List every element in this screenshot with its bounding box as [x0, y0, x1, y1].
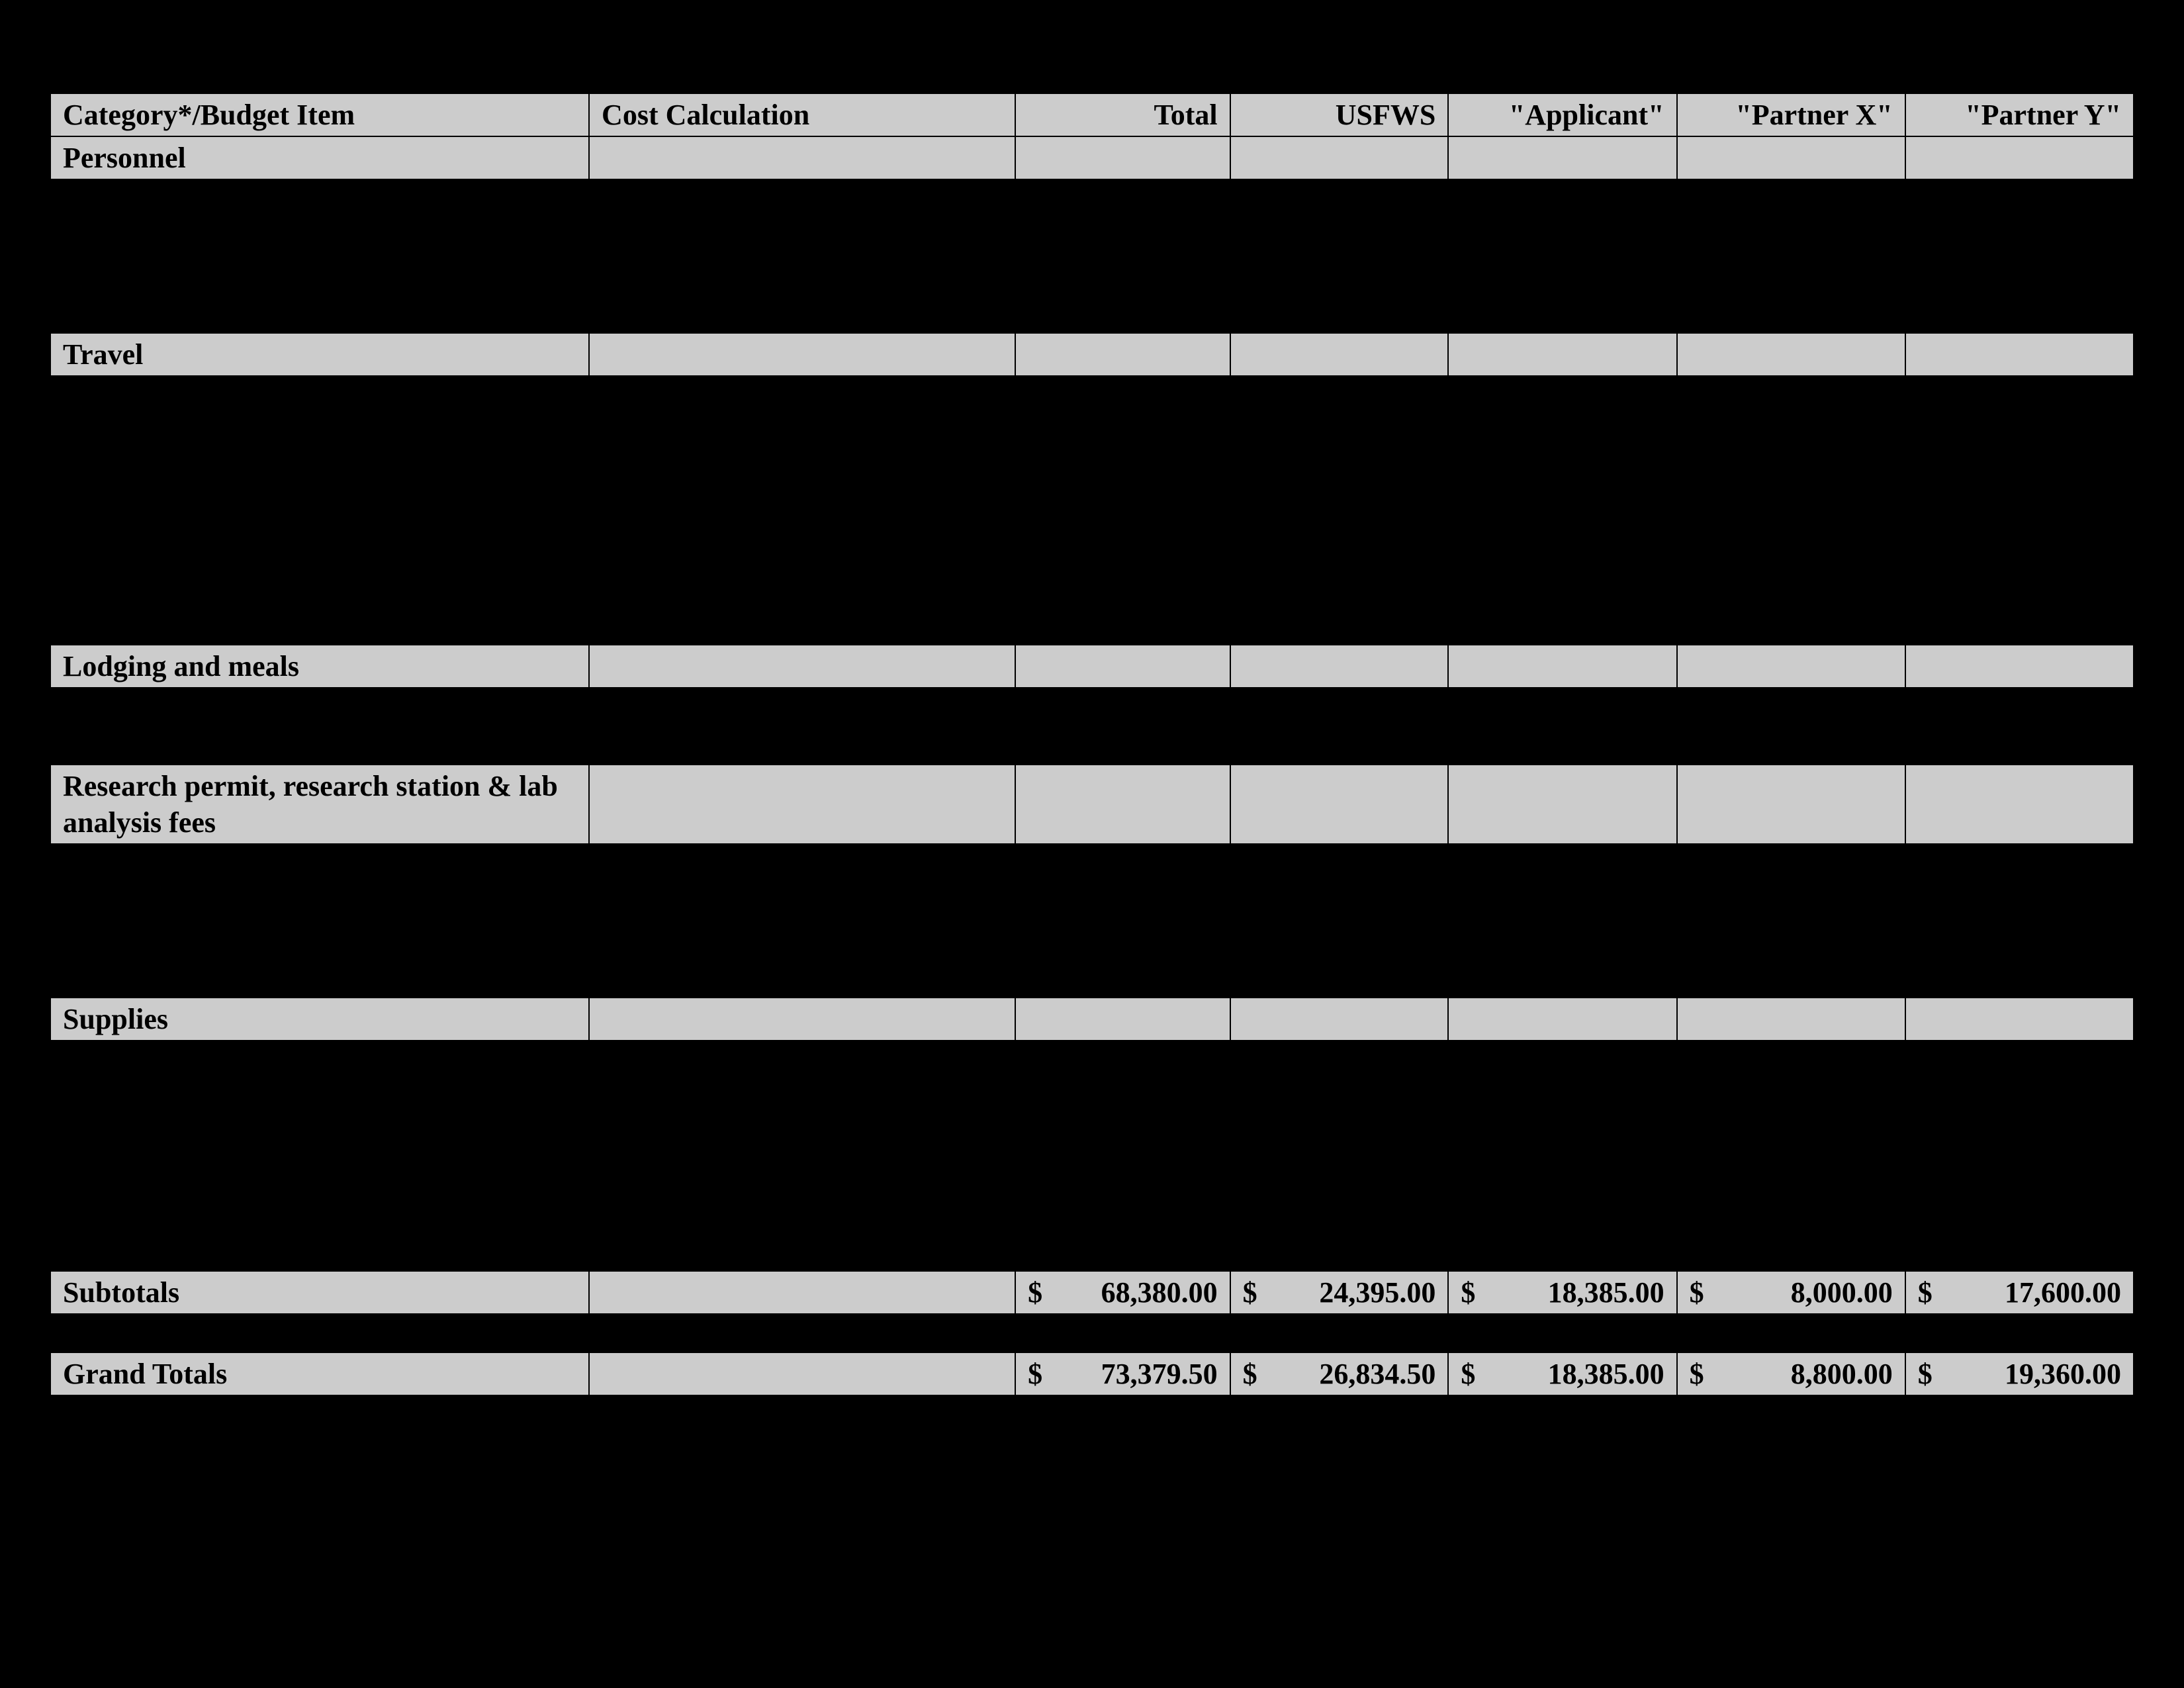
header-category: Category*/Budget Item [50, 93, 589, 136]
section-personnel-label: Personnel [50, 136, 589, 179]
row-blank [50, 726, 2134, 765]
row-blank [50, 179, 2134, 218]
row-blank [50, 295, 2134, 333]
section-personnel: Personnel [50, 136, 2134, 179]
header-calc: Cost Calculation [589, 93, 1015, 136]
grandtotals-partnery: $19,360.00 [1905, 1352, 2134, 1395]
row-blank [50, 1041, 2134, 1079]
row-blank [50, 882, 2134, 921]
grandtotals-label: Grand Totals [50, 1352, 589, 1395]
row-blank [50, 1117, 2134, 1156]
row-blank [50, 606, 2134, 645]
header-applicant: "Applicant" [1448, 93, 1676, 136]
grandtotals-partnerx: $8,800.00 [1677, 1352, 1905, 1395]
header-total: Total [1015, 93, 1230, 136]
subtotals-row: Subtotals $68,380.00 $24,395.00 $18,385.… [50, 1271, 2134, 1314]
subtotals-applicant: $18,385.00 [1448, 1271, 1676, 1314]
section-research-label: Research permit, research station & lab … [50, 765, 589, 844]
row-blank [50, 256, 2134, 295]
header-usfws: USFWS [1230, 93, 1449, 136]
row-blank [50, 844, 2134, 882]
subtotals-usfws: $24,395.00 [1230, 1271, 1449, 1314]
row-blank [50, 218, 2134, 256]
row-blank [50, 453, 2134, 491]
row-blank [50, 688, 2134, 726]
section-lodging-label: Lodging and meals [50, 645, 589, 688]
grandtotals-usfws: $26,834.50 [1230, 1352, 1449, 1395]
grandtotals-applicant: $18,385.00 [1448, 1352, 1676, 1395]
row-blank [50, 1314, 2134, 1352]
grandtotals-row: Grand Totals $73,379.50 $26,834.50 $18,3… [50, 1352, 2134, 1395]
subtotals-partnery: $17,600.00 [1905, 1271, 2134, 1314]
section-travel-label: Travel [50, 333, 589, 376]
subtotals-total: $68,380.00 [1015, 1271, 1230, 1314]
header-partnery: "Partner Y" [1905, 93, 2134, 136]
row-blank [50, 376, 2134, 414]
row-blank [50, 1194, 2134, 1233]
section-research: Research permit, research station & lab … [50, 765, 2134, 844]
row-blank [50, 1233, 2134, 1271]
row-blank [50, 921, 2134, 959]
section-supplies-label: Supplies [50, 998, 589, 1041]
header-partnerx: "Partner X" [1677, 93, 1905, 136]
row-blank [50, 414, 2134, 453]
budget-table: Category*/Budget Item Cost Calculation T… [50, 93, 2134, 1396]
row-blank [50, 530, 2134, 568]
row-blank [50, 1156, 2134, 1194]
section-supplies: Supplies [50, 998, 2134, 1041]
header-row: Category*/Budget Item Cost Calculation T… [50, 93, 2134, 136]
row-blank [50, 1079, 2134, 1117]
section-travel: Travel [50, 333, 2134, 376]
row-blank [50, 568, 2134, 606]
subtotals-label: Subtotals [50, 1271, 589, 1314]
row-blank [50, 491, 2134, 530]
subtotals-partnerx: $8,000.00 [1677, 1271, 1905, 1314]
row-blank [50, 959, 2134, 998]
section-lodging: Lodging and meals [50, 645, 2134, 688]
grandtotals-total: $73,379.50 [1015, 1352, 1230, 1395]
